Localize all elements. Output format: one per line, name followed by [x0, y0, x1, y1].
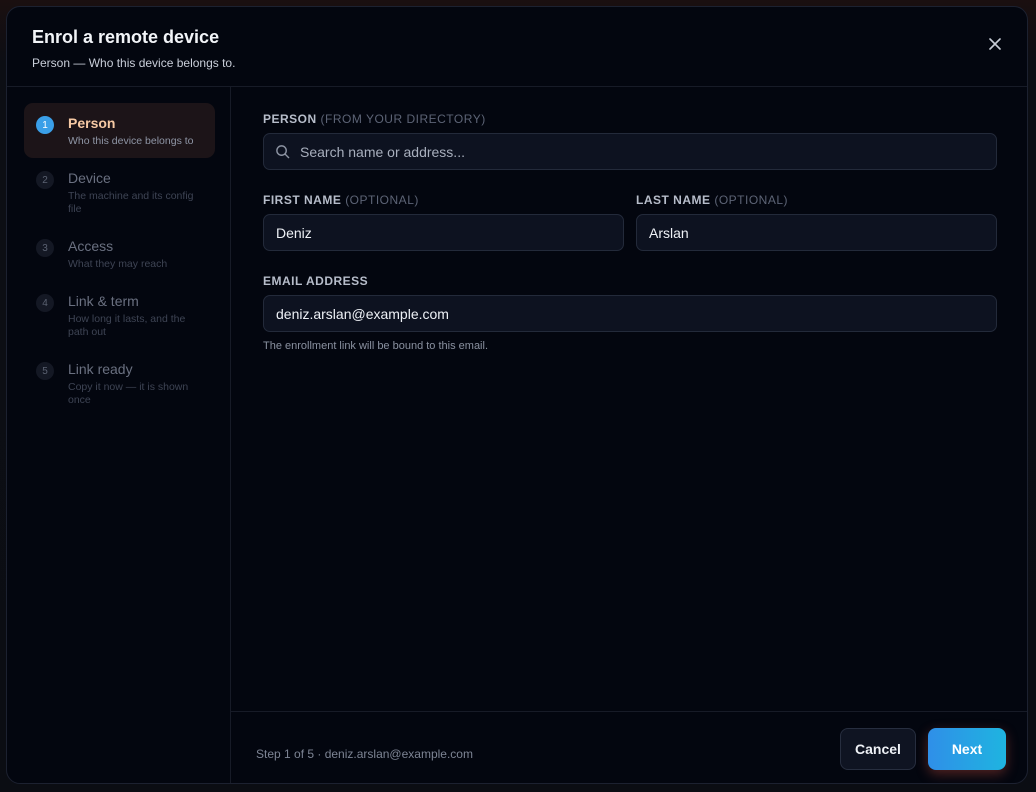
step-description: The machine and its config file: [68, 190, 194, 215]
first-name-label: First name (optional): [263, 193, 624, 207]
person-search: [263, 133, 997, 170]
person-label-text: Person: [263, 112, 317, 126]
first-name-label-note: (optional): [345, 193, 419, 207]
close-icon: [989, 38, 1001, 50]
email-group: Email address The enrollment link will b…: [263, 274, 997, 352]
step-label: Link ready: [68, 361, 133, 377]
step-label: Link & term: [68, 293, 139, 309]
step-description: Who this device belongs to: [68, 135, 194, 147]
dialog-header: Enrol a remote device Person — Who this …: [7, 7, 1027, 87]
step-description: What they may reach: [68, 258, 168, 270]
steps-sidebar: 1 Person Who this device belongs to 2 De…: [7, 87, 231, 783]
step-description: How long it lasts, and the path out: [68, 313, 186, 338]
last-name-input[interactable]: [636, 214, 997, 251]
close-button[interactable]: [985, 34, 1005, 54]
step-access[interactable]: 3 Access What they may reach: [24, 226, 215, 281]
cancel-button[interactable]: Cancel: [840, 728, 916, 770]
person-form: Person (from your directory) First name …: [231, 87, 1027, 711]
email-helper-text: The enrollment link will be bound to thi…: [263, 340, 489, 352]
dialog-title: Enrol a remote device: [32, 27, 220, 47]
first-name-group: First name (optional): [263, 193, 624, 251]
step-label: Access: [68, 238, 114, 254]
dialog-footer: Step 1 of 5 · deniz.arslan@example.com C…: [231, 711, 1027, 783]
person-label-note: (from your directory): [320, 112, 486, 126]
last-name-label-text: Last name: [636, 193, 711, 207]
email-label: Email address: [263, 274, 369, 288]
last-name-label: Last name (optional): [636, 193, 997, 207]
person-search-input[interactable]: [263, 133, 997, 170]
step-link-ready[interactable]: 5 Link ready Copy it now — it is shown o…: [24, 349, 215, 417]
step-number: 1: [36, 116, 54, 134]
first-name-label-text: First name: [263, 193, 342, 207]
person-field-label: Person (from your directory): [263, 112, 995, 126]
search-icon: [276, 145, 290, 159]
email-input[interactable]: [263, 295, 997, 332]
step-number: 2: [36, 171, 54, 189]
first-name-input[interactable]: [263, 214, 624, 251]
name-row: First name (optional) Last name (optiona…: [263, 193, 997, 251]
step-person[interactable]: 1 Person Who this device belongs to: [24, 103, 215, 158]
step-label: Person: [68, 115, 116, 131]
last-name-group: Last name (optional): [636, 193, 997, 251]
step-description: Copy it now — it is shown once: [68, 381, 189, 406]
last-name-label-note: (optional): [714, 193, 789, 207]
dialog-subtitle: Person — Who this device belongs to.: [32, 56, 236, 70]
step-status: Step 1 of 5 · deniz.arslan@example.com: [256, 747, 473, 761]
step-number: 4: [36, 294, 54, 312]
step-device[interactable]: 2 Device The machine and its config file: [24, 158, 215, 226]
step-label: Device: [68, 170, 111, 186]
step-number: 5: [36, 362, 54, 380]
enrol-device-dialog: Enrol a remote device Person — Who this …: [6, 6, 1028, 784]
step-link-term[interactable]: 4 Link & term How long it lasts, and the…: [24, 281, 215, 349]
step-number: 3: [36, 239, 54, 257]
next-button[interactable]: Next: [928, 728, 1006, 770]
